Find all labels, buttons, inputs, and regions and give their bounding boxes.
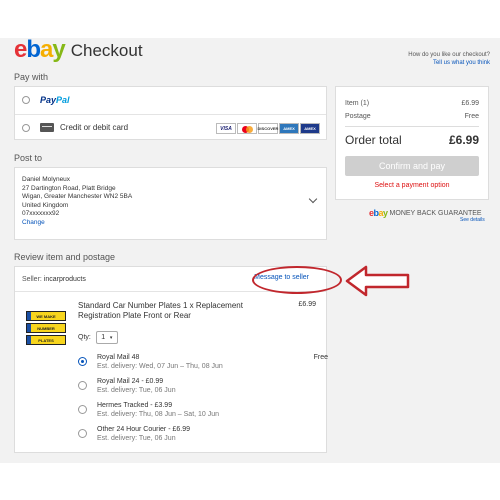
paypal-radio[interactable] (22, 96, 30, 104)
shipping-price: Free (313, 354, 328, 361)
order-total: Order total £6.99 (345, 133, 479, 147)
amex-logo: AMEX (279, 123, 299, 134)
shipping-option[interactable]: Hermes Tracked - £3.99 Est. delivery: Th… (78, 401, 328, 419)
card-radio[interactable] (22, 123, 30, 132)
address-card[interactable]: Daniel Molyneux 27 Dartington Road, Plat… (14, 167, 327, 240)
shipping-name: Royal Mail 24 - £0.99 (97, 378, 164, 385)
plate-image-1: WE MAKE (26, 311, 66, 321)
guarantee-text: MONEY BACK GUARANTEE (389, 209, 482, 217)
pay-with-heading: Pay with (14, 72, 49, 82)
header: ebay Checkout (14, 38, 143, 62)
plate-image-2: NUMBER (26, 323, 66, 333)
item-price: £6.99 (298, 301, 316, 308)
shipping-name: Hermes Tracked - £3.99 (97, 402, 173, 409)
paypal-logo: PayPal (40, 95, 70, 105)
amex-logo-2: AMEX (300, 123, 320, 134)
discover-logo: DISCOVER (258, 123, 278, 134)
plate-image-3: PLATES (26, 335, 66, 345)
shipping-name: Royal Mail 48 (97, 354, 140, 361)
shipping-estimate: Est. delivery: Tue, 06 Jun (97, 387, 176, 394)
see-details-link[interactable]: See details (460, 217, 485, 223)
feedback-question: How do you like our checkout? (408, 52, 490, 58)
payment-option-paypal[interactable]: PayPal (15, 87, 326, 113)
shipping-estimate: Est. delivery: Thu, 08 Jun – Sat, 10 Jun (97, 411, 220, 418)
qty-value: 1 (101, 334, 106, 341)
page-title: Checkout (70, 41, 143, 60)
change-address-link[interactable]: Change (22, 219, 132, 228)
seller-label: Seller: (22, 275, 42, 283)
select-payment-warning: Select a payment option (374, 182, 450, 189)
summary-item-row: Item (1) £6.99 (345, 100, 479, 107)
seller-name: incarproducts (43, 275, 86, 283)
shipping-radio[interactable] (78, 381, 87, 390)
chevron-down-icon[interactable] (308, 194, 318, 204)
mastercard-logo (237, 123, 257, 134)
summary-postage-row: Postage Free (345, 113, 479, 120)
order-summary-card: Item (1) £6.99 Postage Free Order total … (335, 86, 489, 200)
card-option-label: Credit or debit card (60, 123, 129, 132)
shipping-estimate: Est. delivery: Wed, 07 Jun – Thu, 08 Jun (97, 363, 223, 370)
summary-divider (345, 126, 479, 127)
feedback-link[interactable]: Tell us what you think (433, 60, 490, 66)
item-thumbnail[interactable]: WE MAKE NUMBER PLATES (26, 311, 66, 347)
shipping-radio[interactable] (78, 429, 87, 438)
review-heading: Review item and postage (14, 252, 116, 262)
shipping-name: Other 24 Hour Courier - £6.99 (97, 426, 190, 433)
shipping-radio[interactable] (78, 405, 87, 414)
ebay-logo[interactable]: ebay (14, 38, 66, 62)
address-name: Daniel Molyneux (22, 176, 71, 183)
order-total-value: £6.99 (448, 133, 479, 147)
summary-postage-value: Free (464, 113, 479, 120)
qty-label: Qty: (78, 334, 91, 341)
summary-postage-label: Postage (345, 113, 371, 120)
ebay-mini-logo: ebay (369, 208, 388, 218)
shipping-estimate: Est. delivery: Tue, 06 Jun (97, 435, 176, 442)
payment-options-card: PayPal Credit or debit card VISA DISCOVE… (14, 86, 327, 140)
shipping-option[interactable]: Royal Mail 48 Est. delivery: Wed, 07 Jun… (78, 353, 328, 371)
annotation-oval (252, 266, 342, 294)
payment-option-card[interactable]: Credit or debit card VISA DISCOVER AMEX … (15, 114, 326, 140)
address-phone: 07xxxxxxx92 (22, 210, 60, 217)
shipping-radio-selected[interactable] (78, 357, 87, 366)
card-logos: VISA DISCOVER AMEX AMEX (216, 123, 320, 134)
caret-down-icon: ▾ (109, 334, 113, 341)
feedback-prompt: How do you like our checkout? Tell us wh… (408, 51, 490, 67)
checkout-page: ebay Checkout How do you like our checko… (0, 0, 500, 500)
review-card: Seller: incarproducts Message to seller W… (14, 266, 328, 453)
confirm-and-pay-button[interactable]: Confirm and pay (345, 156, 479, 176)
summary-item-label: Item (1) (345, 100, 370, 107)
qty-select[interactable]: 1 ▾ (95, 331, 118, 344)
order-total-label: Order total (345, 133, 402, 147)
address-line1: 27 Dartington Road, Platt Bridge (22, 184, 116, 192)
address-line2: Wigan, Greater Manchester WN2 5BA (22, 193, 133, 200)
annotation-arrow-icon (345, 265, 410, 297)
post-to-heading: Post to (14, 153, 43, 163)
shipping-option[interactable]: Royal Mail 24 - £0.99 Est. delivery: Tue… (78, 377, 328, 395)
shipping-address: Daniel Molyneux 27 Dartington Road, Plat… (22, 176, 132, 227)
item-title[interactable]: Standard Car Number Plates 1 x Replaceme… (78, 301, 278, 321)
quantity: Qty: 1 ▾ (78, 331, 118, 344)
address-country: United Kingdom (22, 201, 69, 209)
visa-logo: VISA (216, 123, 236, 134)
credit-card-icon (40, 123, 54, 132)
summary-item-value: £6.99 (461, 100, 479, 107)
shipping-option[interactable]: Other 24 Hour Courier - £6.99 Est. deliv… (78, 425, 328, 443)
